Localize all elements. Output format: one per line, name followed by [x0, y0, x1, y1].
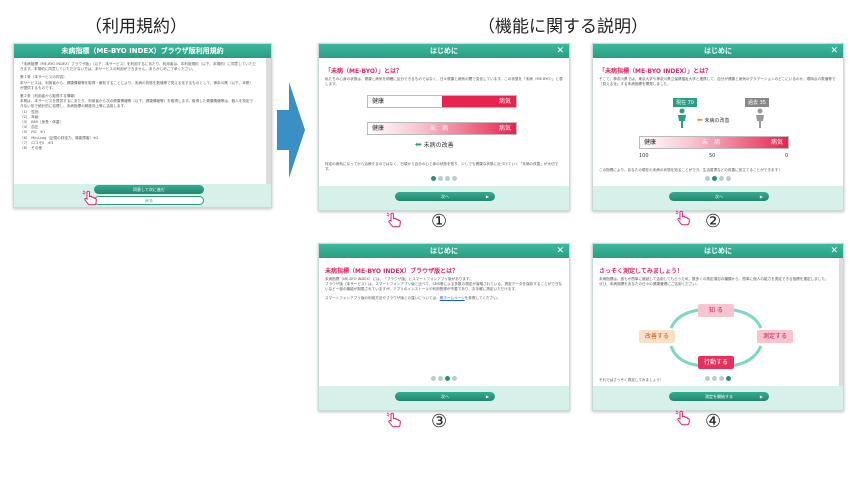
arrow-left-icon: ⬅ [415, 140, 422, 149]
close-icon[interactable]: ✕ [830, 44, 838, 58]
cycle-improve: 改善する [639, 330, 675, 343]
hand-pointer-icon [675, 410, 690, 426]
person-icon [678, 108, 686, 128]
hand-pointer-icon [675, 210, 690, 226]
improve-indicator: ⬅ 未病の改善 [415, 140, 454, 149]
terms-window: 未病指標（ME-BYO INDEX）ブラウザ版利用規約 「未病指標（ME-BYO… [13, 43, 272, 208]
usage-text: ぜひ、未病指標をあなたの日々の健康管理にご活用ください。 [599, 282, 700, 287]
close-icon[interactable]: ✕ [830, 244, 838, 258]
intro-window-1: はじめに ✕ 「未病（ME-BYO）」とは？ 私たちの心身の状態は、健康と病気を明… [318, 43, 570, 211]
hand-pointer-icon [386, 212, 401, 228]
cycle-know: 知 る [698, 304, 734, 317]
prefecture-homepage-link[interactable]: 県ホームページ [440, 296, 465, 300]
intro-text: そこで、神奈川県では、東京大学や神奈川県立保健福祉大学と連携して、自分が健康と病… [599, 77, 836, 87]
section-heading: 「未病指標（ME-BYO INDEX）」とは？ [599, 68, 712, 75]
intro-window-3: はじめに ✕ 未病指標（ME-BYO INDEX）ブラウザ版とは？ 未病指標（ME… [318, 243, 570, 411]
intro-window-4: はじめに ✕ さっそく測定してみましょう！ 未病指標は、誰もが簡単に継続して活用し… [592, 243, 844, 411]
terms-footer: 同意して次に進む 戻る [14, 184, 271, 207]
close-icon[interactable]: ✕ [556, 244, 564, 258]
play-icon: ▶ [759, 194, 763, 199]
close-icon[interactable]: ✕ [556, 44, 564, 58]
hand-pointer-icon [386, 412, 401, 428]
terms-intro: 「未病指標（ME-BYO INDEX）ブラウザ版」（以下、本サービス）を利用する… [20, 62, 257, 72]
terms-body[interactable]: 「未病指標（ME-BYO INDEX）ブラウザ版」（以下、本サービス）を利用する… [14, 58, 271, 186]
terms-heading: （利用規約） [85, 17, 187, 37]
window-body: 未病指標（ME-BYO INDEX）ブラウザ版とは？ 未病指標（ME-BYO I… [319, 258, 569, 388]
terms-section1-text: 本サービスは、利用者から、健康情報等を取得・解析することにより、未病の状態を数値… [20, 80, 253, 90]
step-marker-2: ② [705, 211, 722, 232]
bar-mibyo-label: 未 病 [430, 125, 449, 132]
window-title: はじめに ✕ [593, 244, 843, 258]
arrow-left-icon: ⬅ [697, 116, 703, 124]
back-button[interactable]: 戻る [94, 196, 204, 205]
section-heading: 「未病（ME-BYO）」とは？ [325, 68, 403, 75]
terms-window-title: 未病指標（ME-BYO INDEX）ブラウザ版利用規約 [14, 44, 271, 58]
scale-label: 50 [709, 153, 716, 159]
next-button[interactable]: 次へ ▶ [669, 192, 769, 201]
step-marker-4: ④ [705, 411, 722, 432]
mibyo-bar: 健康 未 病 病気 [367, 122, 517, 135]
person-icon [756, 108, 764, 128]
start-measurement-button[interactable]: 測定を開始する ▶ [669, 392, 769, 401]
arrow-right-icon [277, 82, 305, 178]
now-badge: 現在 70 [673, 98, 697, 107]
terms-item: （8） その他 [20, 146, 43, 151]
bar-health-label: 健康 [644, 139, 657, 146]
section-heading: 未病指標（ME-BYO INDEX）ブラウザ版とは？ [325, 268, 459, 275]
hand-pointer-icon [82, 190, 97, 206]
play-icon: ▶ [485, 394, 489, 399]
bar-disease-label: 病気 [498, 98, 511, 105]
browser-text: ブラウザ版（本サービス）は、スマートフォンアプリ版と比べて、SMS等による多数の… [325, 282, 563, 292]
play-icon: ▶ [759, 394, 763, 399]
window-title: はじめに ✕ [593, 44, 843, 58]
past-badge: 過去 35 [745, 98, 769, 107]
link-paragraph: スマートフォンアプリ版の利用方法やブラウザ版との違いについては、県ホームページを… [325, 296, 563, 301]
page-dots [593, 176, 843, 181]
agree-button[interactable]: 同意して次に進む [94, 185, 204, 194]
features-heading: （機能に関する説明） [478, 17, 648, 37]
page-dots [593, 376, 843, 381]
link-text-prefix: スマートフォンアプリ版の利用方法やブラウザ版との違いについては、 [325, 295, 440, 300]
link-text-suffix: を参照してください。 [464, 295, 501, 300]
step-marker-3: ③ [431, 411, 448, 432]
bar-health-label: 健康 [372, 125, 385, 132]
window-body: 「未病指標（ME-BYO INDEX）」とは？ そこで、神奈川県では、東京大学や… [593, 58, 843, 188]
bar-health-label: 健康 [372, 98, 385, 105]
window-footer: 次へ ▶ [593, 176, 843, 210]
page-dots [319, 176, 569, 181]
health-bar: 健康 病気 [367, 95, 517, 108]
play-icon: ▶ [485, 194, 489, 199]
improve-indicator: ⬅ 未病の改善 [697, 116, 729, 124]
intro-window-2: はじめに ✕ 「未病指標（ME-BYO INDEX）」とは？ そこで、神奈川県では… [592, 43, 844, 211]
terms-section2-text: 本県は、本サービスを提供するにあたり、利用者から次の健康情報等（以下、健康情報等… [20, 99, 254, 109]
bar-disease-label: 病気 [770, 139, 783, 146]
window-footer: 測定を開始する ▶ [593, 376, 843, 410]
bar-disease-label: 病気 [498, 125, 511, 132]
window-title: はじめに ✕ [319, 244, 569, 258]
window-footer: 次へ ▶ [319, 176, 569, 210]
window-body: さっそく測定してみましょう！ 未病指標は、誰もが簡単に継続して活用してもらうため… [593, 258, 843, 388]
explain-text: この指標により、あなたの現在の未病の状態を知ることができ、生活習慣などの改善に役… [599, 168, 782, 172]
bar-mibyo-label: 未 病 [702, 139, 721, 146]
cycle-act: 行動する [698, 356, 734, 369]
step-marker-1: ① [431, 211, 448, 232]
section-heading: さっそく測定してみましょう！ [599, 268, 683, 275]
cycle-measure: 測定する [757, 330, 793, 343]
window-footer: 次へ ▶ [319, 376, 569, 410]
scale-label: 100 [639, 153, 649, 159]
page-dots [319, 376, 569, 381]
explain-text: 特定の病気になってから治療するのではなく、日頃から自分の心と体の状態を知り、少し… [325, 162, 559, 172]
intro-text: 私たちの心身の状態は、健康と病気を明確に区分できるものではなく、日々健康と病気の… [325, 77, 563, 87]
window-title: はじめに ✕ [319, 44, 569, 58]
index-bar: 健康 未 病 病気 [639, 136, 789, 149]
next-button[interactable]: 次へ ▶ [395, 192, 495, 201]
next-button[interactable]: 次へ ▶ [395, 392, 495, 401]
scale-label: 0 [785, 153, 789, 159]
improve-label: 未病の改善 [704, 118, 730, 124]
window-body: 「未病（ME-BYO）」とは？ 私たちの心身の状態は、健康と病気を明確に区分でき… [319, 58, 569, 188]
improve-label: 未病の改善 [423, 142, 454, 149]
